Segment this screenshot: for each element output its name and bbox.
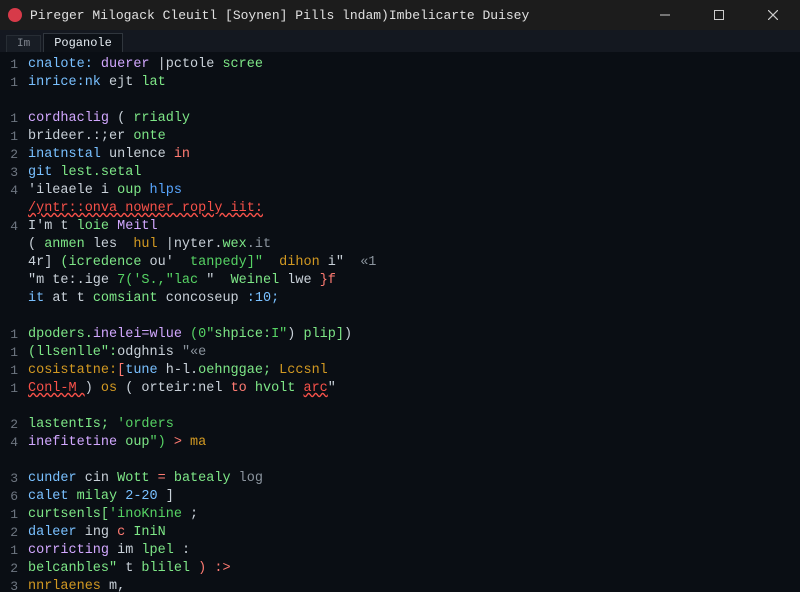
code-line: daleer ing c IniN	[28, 524, 800, 542]
tab-label: Poganole	[54, 36, 112, 50]
line-number: 1	[0, 326, 18, 344]
code-line: lastentIs; 'orders	[28, 416, 800, 434]
line-number: 4	[0, 182, 18, 200]
line-number	[0, 200, 18, 218]
code-line: cosistatne:[tune h-l.oehnggae; Lccsnl	[28, 362, 800, 380]
line-number: 3	[0, 470, 18, 488]
code-line	[28, 308, 800, 326]
line-number: 1	[0, 542, 18, 560]
tabbar: Im Poganole	[0, 30, 800, 52]
code-line: "m te:.ige 7('S.,"lac " Weinel lwe }f	[28, 272, 800, 290]
code-line: Conl-M ) os ( orteir:nel to hvolt arc"	[28, 380, 800, 398]
line-number: 3	[0, 578, 18, 592]
line-gutter: 111123441111243612123	[0, 52, 22, 592]
code-line: git lest.setal	[28, 164, 800, 182]
line-number: 1	[0, 74, 18, 92]
line-number: 1	[0, 110, 18, 128]
titlebar[interactable]: Pireger Milogack Cleuitl [Soynen] Pills …	[0, 0, 800, 30]
line-number	[0, 308, 18, 326]
line-number	[0, 254, 18, 272]
line-number: 3	[0, 164, 18, 182]
code-line: belcanbles" t blilel ) :>	[28, 560, 800, 578]
line-number: 1	[0, 128, 18, 146]
code-line: corricting im lpel :	[28, 542, 800, 560]
line-number: 4	[0, 434, 18, 452]
line-number: 2	[0, 560, 18, 578]
code-content[interactable]: cnalote: duerer |pctole screeinrice:nk e…	[22, 52, 800, 592]
line-number: 1	[0, 362, 18, 380]
maximize-icon	[714, 10, 724, 20]
code-line: I'm t loie Meitl	[28, 218, 800, 236]
window-title: Pireger Milogack Cleuitl [Soynen] Pills …	[30, 8, 634, 23]
code-line	[28, 452, 800, 470]
tab-1[interactable]: Poganole	[43, 33, 123, 52]
line-number: 6	[0, 488, 18, 506]
line-number: 2	[0, 146, 18, 164]
code-line: dpoders.inelei=wlue (0"shpice:I") plip])	[28, 326, 800, 344]
tab-label: Im	[17, 38, 30, 50]
code-line: curtsenls['inoKnine ;	[28, 506, 800, 524]
close-button[interactable]	[750, 0, 796, 30]
line-number	[0, 452, 18, 470]
code-line: cordhaclig ( rriadly	[28, 110, 800, 128]
line-number: 1	[0, 506, 18, 524]
line-number: 2	[0, 524, 18, 542]
line-number: 4	[0, 218, 18, 236]
code-line	[28, 398, 800, 416]
close-icon	[768, 10, 778, 20]
code-line: 4r] (icredence ou' tanpedy]" dihon i" «1	[28, 254, 800, 272]
tab-0[interactable]: Im	[6, 35, 41, 52]
line-number: 1	[0, 380, 18, 398]
code-line: it at t comsiant concoseup :10;	[28, 290, 800, 308]
line-number	[0, 290, 18, 308]
line-number	[0, 272, 18, 290]
app-window: Pireger Milogack Cleuitl [Soynen] Pills …	[0, 0, 800, 592]
code-line: inatnstal unlence in	[28, 146, 800, 164]
maximize-button[interactable]	[696, 0, 742, 30]
code-line	[28, 92, 800, 110]
app-icon	[8, 8, 22, 22]
line-number	[0, 92, 18, 110]
minimize-button[interactable]	[642, 0, 688, 30]
code-line: /yntr::onva nowner roply iit:	[28, 200, 800, 218]
code-line: 'ileaele i oup hlps	[28, 182, 800, 200]
editor-area[interactable]: 111123441111243612123 cnalote: duerer |p…	[0, 52, 800, 592]
code-line: (llsenlle":odghnis "«e	[28, 344, 800, 362]
code-line: brideer.:;er onte	[28, 128, 800, 146]
line-number: 1	[0, 56, 18, 74]
line-number: 1	[0, 344, 18, 362]
code-line: inrice:nk ejt lat	[28, 74, 800, 92]
code-line: cnalote: duerer |pctole scree	[28, 56, 800, 74]
code-line: inefitetine oup") > ma	[28, 434, 800, 452]
code-line: cunder cin Wott = batealy log	[28, 470, 800, 488]
line-number: 2	[0, 416, 18, 434]
code-line: nnrlaenes m,	[28, 578, 800, 592]
minimize-icon	[660, 10, 670, 20]
code-line: calet milay 2-20 ]	[28, 488, 800, 506]
line-number	[0, 236, 18, 254]
code-line: ( anmen les hul |nyter.wex.it	[28, 236, 800, 254]
line-number	[0, 398, 18, 416]
